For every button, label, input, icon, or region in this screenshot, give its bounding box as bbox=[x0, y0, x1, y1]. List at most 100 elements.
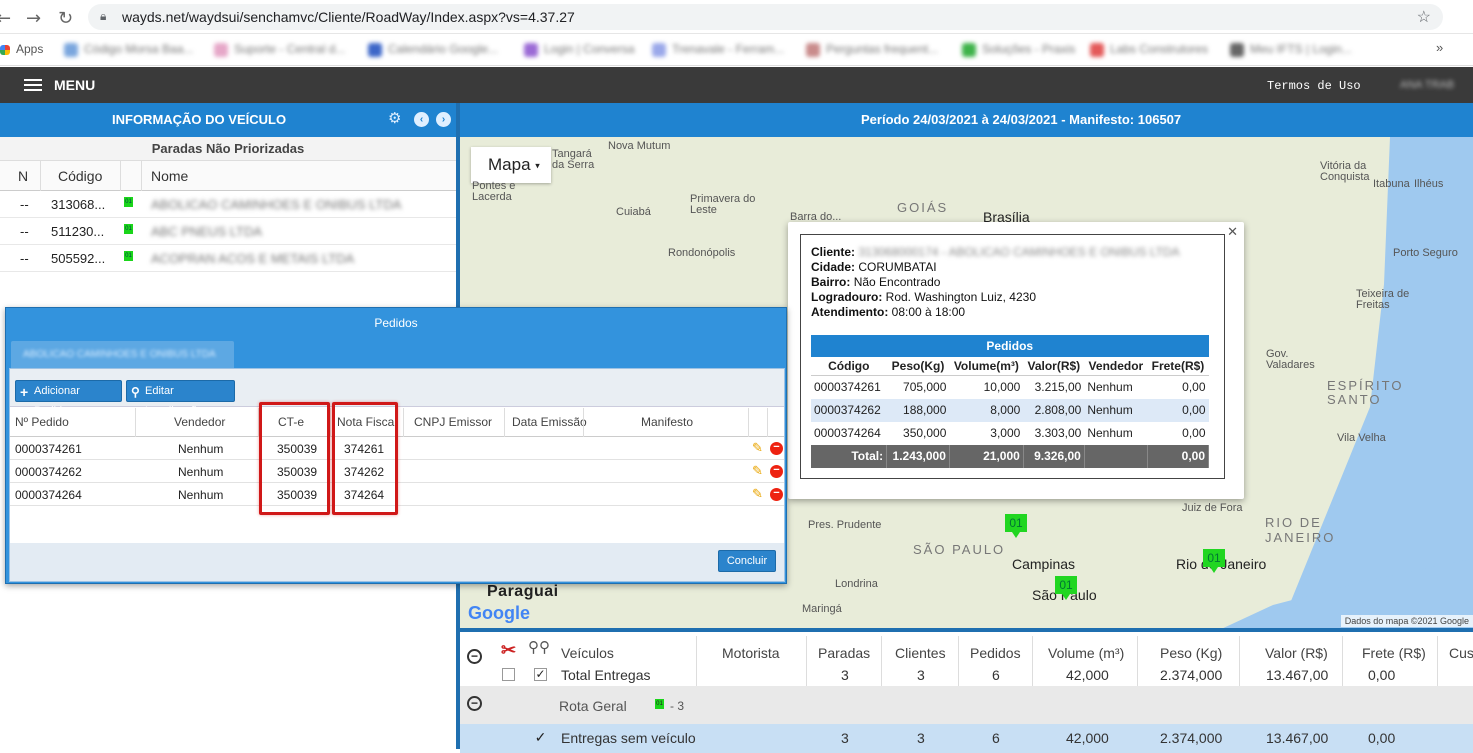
gear-icon[interactable]: ⚙ bbox=[388, 111, 404, 127]
column-header[interactable]: Frete (R$) bbox=[1362, 645, 1426, 661]
map-label: Primavera do Leste bbox=[690, 193, 756, 216]
route-count: - 3 bbox=[670, 699, 685, 713]
remove-icon[interactable]: − bbox=[770, 442, 783, 455]
row-code: 313068... bbox=[51, 197, 106, 212]
vehicle-badge: 01 bbox=[655, 699, 664, 709]
map-pin[interactable]: 01 bbox=[1055, 576, 1077, 600]
chevron-left-icon[interactable]: ‹ bbox=[414, 112, 429, 127]
column-header[interactable]: Clientes bbox=[895, 645, 946, 661]
column-header[interactable]: Nº Pedido bbox=[15, 415, 69, 429]
chevron-right-icon[interactable]: › bbox=[436, 112, 451, 127]
location-pin-icon: ⚲ bbox=[131, 385, 140, 399]
select-checkbox[interactable] bbox=[502, 668, 515, 681]
column-header[interactable]: Pedidos bbox=[970, 645, 1021, 661]
map-credit[interactable]: Dados do mapa ©2021 Google bbox=[1340, 615, 1473, 627]
table-row[interactable]: -- 313068... 01 ABOLICAO CAMINHOES E ONI… bbox=[0, 191, 456, 218]
bookmark-apps[interactable]: Apps bbox=[0, 42, 43, 56]
map-pin[interactable]: 01 bbox=[1203, 549, 1225, 573]
column-header[interactable]: Volume (m³) bbox=[1048, 645, 1124, 661]
popup-orders-title: Pedidos bbox=[811, 335, 1209, 357]
table-row[interactable]: -- 505592... 01 ACOPRAN ACOS E METAIS LT… bbox=[0, 245, 456, 272]
forward-icon[interactable]: → bbox=[26, 8, 41, 29]
bookmark-item[interactable]: Calendário Google... bbox=[368, 42, 498, 57]
column-header[interactable]: Motorista bbox=[722, 645, 780, 661]
edit-location-button[interactable]: ⚲Editar Localização bbox=[126, 380, 235, 417]
bookmark-item[interactable]: Suporte - Central d... bbox=[214, 42, 345, 57]
lock-icon: 🔒︎ bbox=[100, 9, 107, 23]
map-label: Juiz de Fora bbox=[1182, 502, 1243, 514]
map-label: Itabuna bbox=[1373, 178, 1410, 190]
bookmark-item[interactable]: Meu IFTS | Login... bbox=[1230, 42, 1352, 57]
conclude-button[interactable]: Concluir bbox=[718, 550, 776, 572]
back-icon[interactable]: ← bbox=[0, 8, 11, 29]
close-icon[interactable]: ✕ bbox=[1227, 224, 1238, 240]
map-label: RIO DE JANEIRO bbox=[1265, 515, 1336, 545]
remove-icon[interactable]: − bbox=[770, 488, 783, 501]
column-header[interactable]: Vendedor bbox=[174, 415, 225, 429]
map-label: Teixeira de Freitas bbox=[1356, 288, 1410, 311]
collapse-icon[interactable]: − bbox=[467, 649, 482, 664]
row-value: 3 bbox=[917, 730, 925, 746]
highlight-cte-column bbox=[259, 402, 330, 515]
map-label: Nova Mutum bbox=[608, 140, 671, 152]
map-type-button[interactable]: Mapa ▾ bbox=[471, 147, 551, 183]
map-label: Campinas bbox=[1012, 556, 1076, 572]
route-group-row[interactable]: − Rota Geral 01 - 3 bbox=[460, 686, 1473, 724]
column-header[interactable]: Cus bbox=[1449, 645, 1473, 661]
bookmarks-bar: Apps Código Morsa Baa... Suporte - Centr… bbox=[0, 34, 1473, 66]
address-bar[interactable]: 🔒︎ wayds.net/waydsui/senchamvc/Cliente/R… bbox=[88, 4, 1443, 30]
bookmark-item[interactable]: Perguntas frequent... bbox=[806, 42, 938, 57]
column-header[interactable]: N bbox=[18, 168, 28, 184]
period-title: Período 24/03/2021 à 24/03/2021 - Manife… bbox=[861, 112, 1182, 127]
bookmark-star-icon[interactable]: ☆ bbox=[1417, 7, 1431, 27]
column-header[interactable]: Peso (Kg) bbox=[1160, 645, 1222, 661]
user-name[interactable]: ANA TRAB bbox=[1400, 79, 1454, 91]
dialog-title[interactable]: Pedidos bbox=[6, 308, 786, 338]
row-code: 505592... bbox=[51, 251, 106, 266]
client-tab[interactable]: ABOLICAO CAMINHOES E ONIBUS LTDA bbox=[11, 341, 234, 368]
column-header[interactable]: CNPJ Emissor bbox=[414, 415, 492, 429]
collapse-icon[interactable]: − bbox=[467, 696, 482, 711]
totals-value: 0,00 bbox=[1368, 667, 1396, 683]
map-info-popup: ✕ Cliente: 313068000174 - ABOLICAO CAMIN… bbox=[788, 222, 1244, 499]
bookmark-item[interactable]: Soluções - Praxis bbox=[962, 42, 1075, 57]
bookmark-item[interactable]: Labs Construtores bbox=[1090, 42, 1208, 57]
browser-toolbar: ← → ↻ 🔒︎ wayds.net/waydsui/senchamvc/Cli… bbox=[0, 0, 1473, 34]
bookmark-item[interactable]: Login | Conversa bbox=[524, 42, 635, 57]
route-unassign-icon[interactable]: ✂ bbox=[501, 640, 516, 661]
select-all-checkbox[interactable]: ✓ bbox=[534, 668, 547, 681]
column-header[interactable]: Nome bbox=[151, 168, 188, 184]
hamburger-icon[interactable] bbox=[24, 79, 42, 91]
bookmark-item[interactable]: Trenavale - Ferram... bbox=[652, 42, 784, 57]
map-label: Tangará da Serra bbox=[552, 148, 595, 171]
edit-pencil-icon[interactable]: ✎ bbox=[752, 486, 763, 502]
remove-icon[interactable]: − bbox=[770, 465, 783, 478]
edit-pencil-icon[interactable]: ✎ bbox=[752, 440, 763, 456]
totals-value: 13.467,00 bbox=[1266, 667, 1329, 683]
table-row[interactable]: -- 511230... 01 ABC PNEUS LTDA bbox=[0, 218, 456, 245]
stops-table-header: N Código Nome bbox=[0, 161, 456, 191]
column-header[interactable]: Manifesto bbox=[641, 415, 693, 429]
row-checkbox[interactable]: ✓ bbox=[534, 730, 547, 745]
url-text[interactable]: wayds.net/waydsui/senchamvc/Cliente/Road… bbox=[122, 9, 575, 25]
totals-label: Total Entregas bbox=[561, 667, 651, 683]
column-header[interactable]: Paradas bbox=[818, 645, 870, 661]
menu-button[interactable]: MENU bbox=[54, 77, 95, 93]
reload-icon[interactable]: ↻ bbox=[58, 8, 73, 29]
more-bookmarks-icon[interactable]: » bbox=[1436, 40, 1443, 55]
vehicle-info-title: INFORMAÇÃO DO VEÍCULO bbox=[112, 112, 287, 127]
map-label: GOIÁS bbox=[897, 200, 949, 215]
totals-value: 6 bbox=[992, 667, 1000, 683]
edit-pencil-icon[interactable]: ✎ bbox=[752, 463, 763, 479]
map-pin[interactable]: 01 bbox=[1005, 514, 1027, 538]
column-header[interactable]: Veículos bbox=[561, 645, 614, 661]
column-header[interactable]: Código bbox=[58, 168, 102, 184]
column-header[interactable]: Valor (R$) bbox=[1265, 645, 1328, 661]
bookmark-item[interactable]: Código Morsa Baa... bbox=[64, 42, 193, 57]
route-label: Rota Geral bbox=[559, 698, 627, 714]
terms-link[interactable]: Termos de Uso bbox=[1267, 79, 1361, 93]
add-order-button[interactable]: +Adicionar Pedido bbox=[15, 380, 122, 417]
column-header[interactable]: Data Emissão bbox=[512, 415, 587, 429]
map-markers-icon[interactable]: ⚲⚲ bbox=[528, 638, 550, 656]
column-header: Valor(R$) bbox=[1023, 357, 1085, 376]
